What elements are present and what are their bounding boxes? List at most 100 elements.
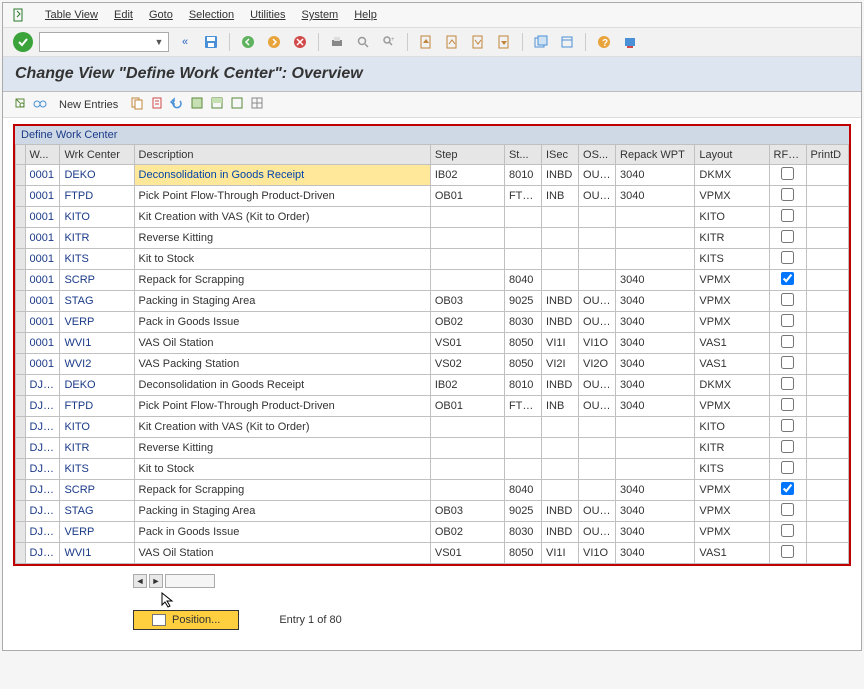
save-icon[interactable] [201,32,221,52]
cell-layout[interactable]: KITS [695,249,769,270]
cell-layout[interactable]: VPMX [695,270,769,291]
table-row[interactable]: DJPLSCRPRepack for Scrapping80403040VPMX [16,480,849,501]
table-row[interactable]: 0001KITRReverse KittingKITR [16,228,849,249]
cell-whno[interactable]: DJPL [25,459,60,480]
cell-stor[interactable]: 8010 [504,165,541,186]
cell-description[interactable]: Reverse Kitting [134,438,430,459]
cell-description[interactable]: Kit to Stock [134,249,430,270]
back-icon[interactable] [238,32,258,52]
cell-printd[interactable] [806,291,848,312]
cell-stor[interactable]: 8040 [504,480,541,501]
cell-wrkcenter[interactable]: KITS [60,459,134,480]
cell-whno[interactable]: DJPL [25,417,60,438]
row-marker[interactable] [16,312,26,333]
cell-isec[interactable] [541,228,578,249]
cell-description[interactable]: VAS Oil Station [134,543,430,564]
cell-description[interactable]: Repack for Scrapping [134,480,430,501]
cell-whno[interactable]: 0001 [25,312,60,333]
cell-osec[interactable] [579,438,616,459]
undo-icon[interactable] [170,96,184,113]
cell-wrkcenter[interactable]: KITO [60,417,134,438]
cell-layout[interactable]: KITO [695,417,769,438]
back-double-icon[interactable]: « [175,32,195,52]
table-row[interactable]: 0001FTPDPick Point Flow-Through Product-… [16,186,849,207]
menu-system[interactable]: System [294,7,347,23]
cell-isec[interactable]: INBD [541,312,578,333]
cell-osec[interactable] [579,207,616,228]
scroll-right-icon[interactable]: ► [149,574,163,588]
rfhu-checkbox[interactable] [781,356,794,369]
cell-rfhu[interactable] [769,228,806,249]
col-stor[interactable]: St... [504,145,541,165]
cell-step[interactable]: OB03 [430,501,504,522]
cell-stor[interactable]: FTPD [504,186,541,207]
table-row[interactable]: 0001DEKODeconsolidation in Goods Receipt… [16,165,849,186]
cell-isec[interactable] [541,417,578,438]
cell-description[interactable]: VAS Packing Station [134,354,430,375]
cell-layout[interactable]: VPMX [695,291,769,312]
menu-selection[interactable]: Selection [181,7,242,23]
row-marker[interactable] [16,480,26,501]
cell-printd[interactable] [806,228,848,249]
menu-goto[interactable]: Goto [141,7,181,23]
cell-printd[interactable] [806,480,848,501]
cell-printd[interactable] [806,459,848,480]
row-marker[interactable] [16,333,26,354]
rfhu-checkbox[interactable] [781,419,794,432]
row-marker[interactable] [16,501,26,522]
cell-repack[interactable] [616,249,695,270]
cell-printd[interactable] [806,501,848,522]
cell-rfhu[interactable] [769,312,806,333]
cell-whno[interactable]: 0001 [25,249,60,270]
rfhu-checkbox[interactable] [781,188,794,201]
col-step[interactable]: Step [430,145,504,165]
first-page-icon[interactable] [416,32,436,52]
cell-layout[interactable]: VPMX [695,186,769,207]
settings-icon[interactable] [620,32,640,52]
rfhu-checkbox[interactable] [781,251,794,264]
find-next-icon[interactable]: + [379,32,399,52]
table-row[interactable]: DJPLFTPDPick Point Flow-Through Product-… [16,396,849,417]
cell-printd[interactable] [806,354,848,375]
table-row[interactable]: 0001KITOKit Creation with VAS (Kit to Or… [16,207,849,228]
cell-step[interactable]: VS01 [430,333,504,354]
cell-isec[interactable] [541,480,578,501]
menu-utilities[interactable]: Utilities [242,7,293,23]
cell-wrkcenter[interactable]: SCRP [60,480,134,501]
cell-rfhu[interactable] [769,522,806,543]
col-repack[interactable]: Repack WPT [616,145,695,165]
cell-step[interactable]: OB02 [430,312,504,333]
cell-description[interactable]: VAS Oil Station [134,333,430,354]
cell-description[interactable]: Repack for Scrapping [134,270,430,291]
cell-osec[interactable] [579,228,616,249]
rfhu-checkbox[interactable] [781,503,794,516]
cell-rfhu[interactable] [769,249,806,270]
cell-whno[interactable]: DJPL [25,480,60,501]
cell-osec[interactable]: OUTB [579,375,616,396]
cell-osec[interactable]: OUTB [579,186,616,207]
cell-printd[interactable] [806,186,848,207]
cell-layout[interactable]: VPMX [695,396,769,417]
cell-printd[interactable] [806,543,848,564]
cell-wrkcenter[interactable]: DEKO [60,165,134,186]
cell-step[interactable]: IB02 [430,375,504,396]
cell-osec[interactable] [579,249,616,270]
table-row[interactable]: 0001SCRPRepack for Scrapping80403040VPMX [16,270,849,291]
cell-printd[interactable] [806,417,848,438]
last-page-icon[interactable] [494,32,514,52]
cell-whno[interactable]: 0001 [25,228,60,249]
cell-rfhu[interactable] [769,207,806,228]
row-marker[interactable] [16,291,26,312]
col-printd[interactable]: PrintD [806,145,848,165]
select-all-icon[interactable] [190,96,204,113]
cell-stor[interactable]: 8030 [504,312,541,333]
rfhu-checkbox[interactable] [781,335,794,348]
col-isec[interactable]: ISec [541,145,578,165]
cell-step[interactable] [430,459,504,480]
cell-stor[interactable] [504,228,541,249]
menu-help[interactable]: Help [346,7,385,23]
row-marker[interactable] [16,270,26,291]
rfhu-checkbox[interactable] [781,377,794,390]
cell-isec[interactable] [541,207,578,228]
cell-description[interactable]: Packing in Staging Area [134,501,430,522]
